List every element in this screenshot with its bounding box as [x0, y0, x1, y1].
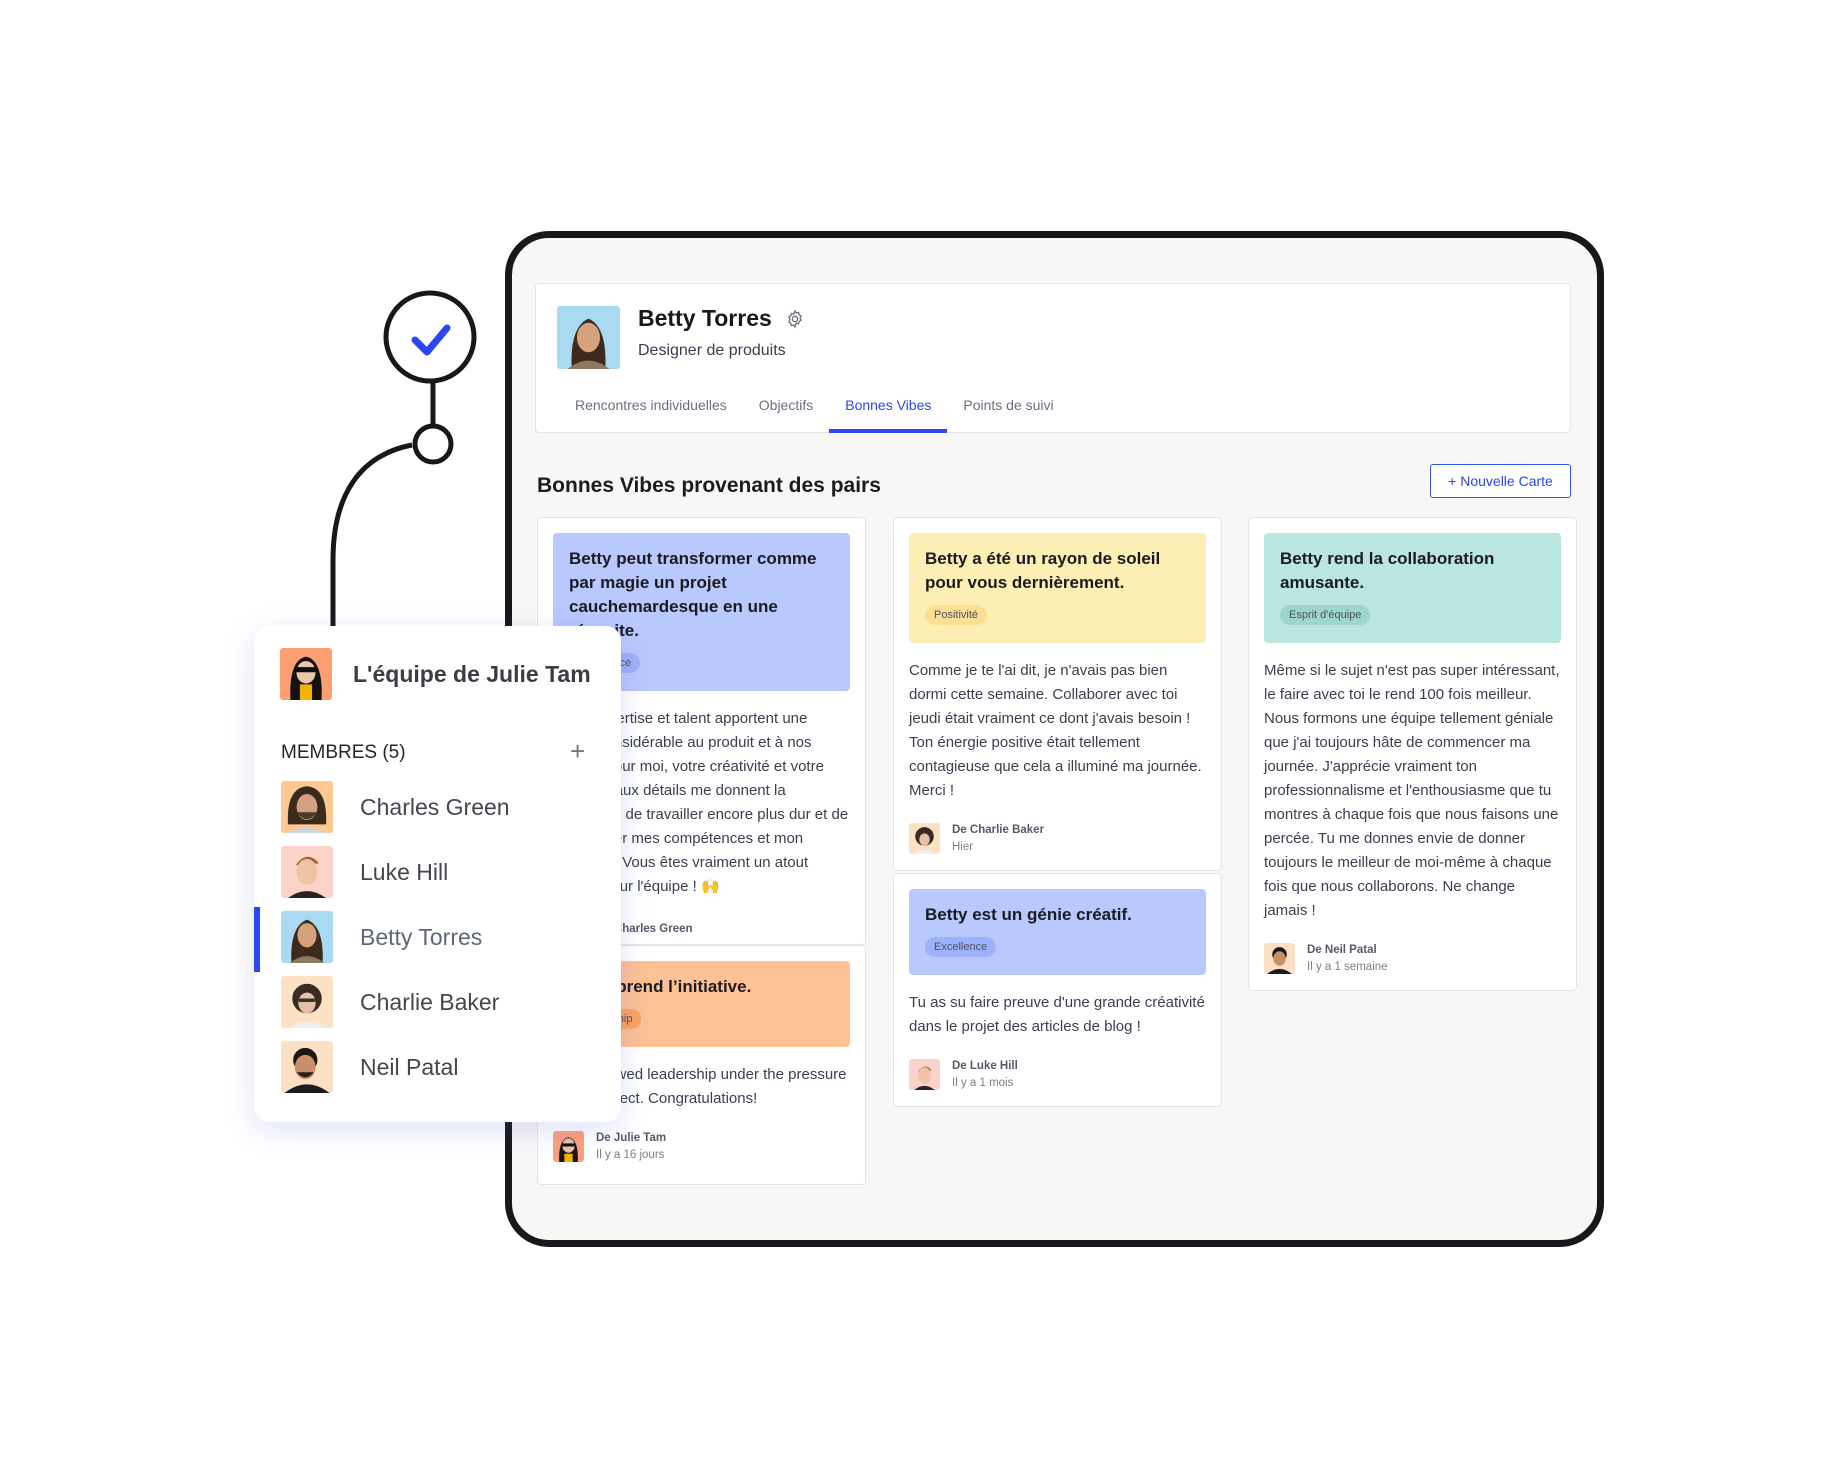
member-avatar: [281, 846, 333, 898]
member-name: Luke Hill: [360, 858, 449, 885]
member-charlie-baker[interactable]: Charlie Baker: [254, 974, 621, 1030]
card-banner: Betty a été un rayon de soleil pour vous…: [909, 533, 1206, 643]
member-luke-hill[interactable]: Luke Hill: [254, 844, 621, 900]
member-name: Charles Green: [360, 793, 510, 820]
column-3: Betty rend la collaboration amusante. Es…: [1248, 517, 1577, 991]
card-author: De Julie Tam: [596, 1132, 667, 1144]
card-title: Betty rend la collaboration amusante.: [1280, 549, 1495, 592]
card-title: Betty est un génie créatif.: [925, 905, 1132, 924]
profile-role: Designer de produits: [638, 342, 786, 359]
profile-avatar: [557, 306, 620, 369]
member-neil-patal[interactable]: Neil Patal: [254, 1039, 621, 1095]
plus-icon[interactable]: +: [570, 736, 585, 767]
profile-name: Betty Torres: [638, 305, 772, 331]
member-name: Betty Torres: [360, 923, 483, 950]
author-avatar: [553, 1131, 584, 1162]
member-betty-torres[interactable]: Betty Torres: [254, 907, 621, 972]
section-title: Bonnes Vibes provenant des pairs: [537, 474, 881, 497]
card-time: Il y a 16 jours: [596, 1149, 665, 1161]
author-avatar: [909, 823, 940, 854]
column-2: Betty a été un rayon de soleil pour vous…: [893, 517, 1222, 1107]
check-circle: [383, 290, 477, 384]
member-name: Neil Patal: [360, 1053, 459, 1080]
card-author: De Luke Hill: [952, 1060, 1018, 1072]
card-tag: Excellence: [925, 937, 997, 957]
member-name: Charlie Baker: [360, 988, 500, 1015]
author-avatar: [909, 1059, 940, 1090]
card-body: Même si le sujet n'est pas super intéres…: [1264, 662, 1560, 919]
tab-rencontres-individuelles[interactable]: Rencontres individuelles: [575, 395, 727, 433]
card-tag: Positivité: [925, 605, 988, 625]
card-author: De Charlie Baker: [952, 824, 1045, 836]
card-time: Hier: [952, 841, 974, 853]
card-body: Tu as su faire preuve d'une grande créat…: [909, 994, 1205, 1035]
card-author: De Neil Patal: [1307, 944, 1377, 956]
team-lead-avatar: [280, 648, 332, 700]
author-avatar: [1264, 943, 1295, 974]
active-indicator: [254, 907, 260, 972]
member-charles-green[interactable]: Charles Green: [254, 779, 621, 835]
team-panel: L'équipe de Julie Tam MEMBRES (5) + Char…: [254, 626, 621, 1122]
vibe-card[interactable]: Betty a été un rayon de soleil pour vous…: [893, 517, 1222, 871]
card-title: Betty a été un rayon de soleil pour vous…: [925, 549, 1161, 592]
team-title: L'équipe de Julie Tam: [353, 660, 591, 687]
connector-node: [412, 423, 454, 465]
member-avatar: [281, 1041, 333, 1093]
card-banner: Betty rend la collaboration amusante. Es…: [1264, 533, 1561, 643]
tab-objectifs[interactable]: Objectifs: [759, 395, 813, 433]
new-card-button[interactable]: + Nouvelle Carte: [1430, 464, 1571, 498]
member-avatar: [281, 976, 333, 1028]
members-label: MEMBRES (5): [281, 742, 406, 763]
member-avatar: [281, 781, 333, 833]
vibe-card[interactable]: Betty rend la collaboration amusante. Es…: [1248, 517, 1577, 991]
card-time: Il y a 1 semaine: [1307, 961, 1388, 973]
card-tag: Esprit d'équipe: [1280, 605, 1371, 625]
connector-decoration: [330, 290, 477, 640]
tab-points-de-suivi[interactable]: Points de suivi: [963, 395, 1053, 433]
gear-icon[interactable]: [785, 309, 805, 329]
profile-tabs: Rencontres individuelles Objectifs Bonne…: [575, 395, 1086, 433]
card-body: Comme je te l'ai dit, je n'avais pas bie…: [909, 662, 1202, 799]
card-time: Il y a 1 mois: [952, 1077, 1014, 1089]
member-avatar: [281, 911, 333, 963]
card-banner: Betty est un génie créatif. Excellence: [909, 889, 1206, 975]
tab-bonnes-vibes[interactable]: Bonnes Vibes: [829, 395, 948, 433]
vibe-card[interactable]: Betty est un génie créatif. Excellence T…: [893, 873, 1222, 1107]
